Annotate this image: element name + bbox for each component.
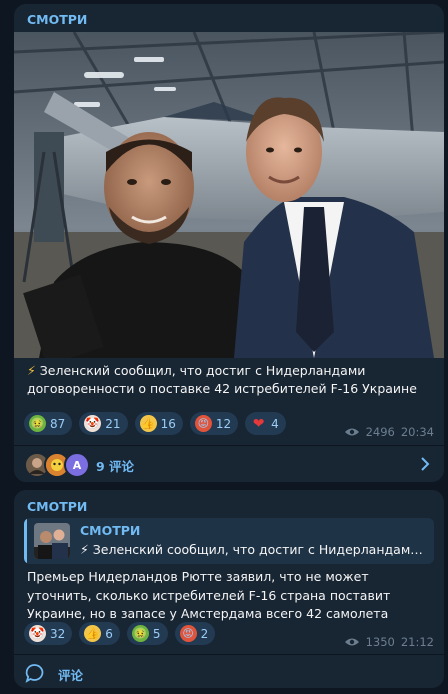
reaction-pouting[interactable]: 😡 2 <box>174 622 216 645</box>
message-bubble[interactable]: СМОТРИ ⚡ Зеленский сообщил, что достиг с… <box>14 4 444 482</box>
reaction-heart[interactable]: ❤ 4 <box>245 412 286 435</box>
nauseated-face-emoji: 🤢 <box>29 415 46 432</box>
nauseated-face-emoji: 🤢 <box>131 625 149 642</box>
message-time: 21:12 <box>400 635 434 649</box>
quote-thumbnail <box>34 523 70 559</box>
eye-icon <box>344 428 359 436</box>
message-meta: 1350 21:12 <box>344 635 434 649</box>
reaction-count: 21 <box>105 416 121 431</box>
hangar-selfie-image <box>14 32 444 358</box>
reaction-count: 5 <box>152 626 161 641</box>
channel-name[interactable]: СМОТРИ <box>27 12 87 27</box>
commenter-avatar-letter: A <box>64 452 90 478</box>
view-count: 1350 <box>365 635 395 649</box>
thumbs-up-emoji: 👍 <box>84 625 102 642</box>
post-photo[interactable] <box>14 32 444 358</box>
quote-title: СМОТРИ <box>80 523 141 538</box>
reactions-bar: 🤢 87 🤡 21 👍 16 😡 12 ❤ 4 <box>24 412 286 435</box>
message-meta: 2496 20:34 <box>344 425 434 439</box>
quote-accent-bar <box>24 518 27 564</box>
eye-icon <box>344 638 359 646</box>
reaction-count: 32 <box>50 626 66 641</box>
comments-count[interactable]: 9 评论 <box>96 456 134 475</box>
reaction-pouting[interactable]: 😡 12 <box>189 412 239 435</box>
red-heart-emoji: ❤ <box>252 415 265 432</box>
lightning-emoji: ⚡ <box>27 363 36 378</box>
reaction-count: 4 <box>271 416 279 431</box>
post-caption: ⚡ Зеленский сообщил, что достиг с Нидерл… <box>27 362 435 398</box>
post-caption-text: Зеленский сообщил, что достиг с Нидерлан… <box>27 363 417 396</box>
reaction-thumbs-up[interactable]: 👍 6 <box>79 622 120 645</box>
reactions-bar: 🤡 32 👍 6 🤢 5 😡 2 <box>24 622 216 645</box>
pouting-face-emoji: 😡 <box>179 625 197 642</box>
chevron-right-icon <box>421 457 430 471</box>
reaction-count: 2 <box>200 626 209 641</box>
reaction-clown[interactable]: 🤡 32 <box>24 622 73 645</box>
reaction-nauseated[interactable]: 🤢 5 <box>126 622 168 645</box>
view-count: 2496 <box>365 425 395 439</box>
comments-label[interactable]: 评论 <box>58 665 83 684</box>
thumbs-up-emoji: 👍 <box>139 415 157 432</box>
channel-name[interactable]: СМОТРИ <box>27 499 87 514</box>
comment-bubble-icon <box>25 664 44 683</box>
reaction-count: 12 <box>215 416 232 431</box>
quote-text: ⚡ Зеленский сообщил, что достиг с Нидерл… <box>80 542 430 557</box>
reaction-count: 16 <box>160 416 176 431</box>
comments-button[interactable]: 评论 <box>14 655 444 691</box>
reaction-thumbs-up[interactable]: 👍 16 <box>134 412 183 435</box>
post-text: Премьер Нидерландов Рютте заявил, что не… <box>27 569 391 621</box>
clown-face-emoji: 🤡 <box>29 625 46 642</box>
reaction-count: 6 <box>105 626 113 641</box>
message-bubble[interactable]: СМОТРИ СМОТРИ ⚡ Зеленский сообщил, что д… <box>14 490 444 688</box>
reaction-nauseated[interactable]: 🤢 87 <box>24 412 73 435</box>
clown-face-emoji: 🤡 <box>84 415 102 432</box>
reply-quote[interactable]: СМОТРИ ⚡ Зеленский сообщил, что достиг с… <box>24 518 434 564</box>
pouting-face-emoji: 😡 <box>194 415 212 432</box>
message-time: 20:34 <box>400 425 434 439</box>
comments-button[interactable]: A 9 评论 <box>14 446 444 482</box>
reaction-count: 87 <box>50 416 66 431</box>
reaction-clown[interactable]: 🤡 21 <box>79 412 128 435</box>
